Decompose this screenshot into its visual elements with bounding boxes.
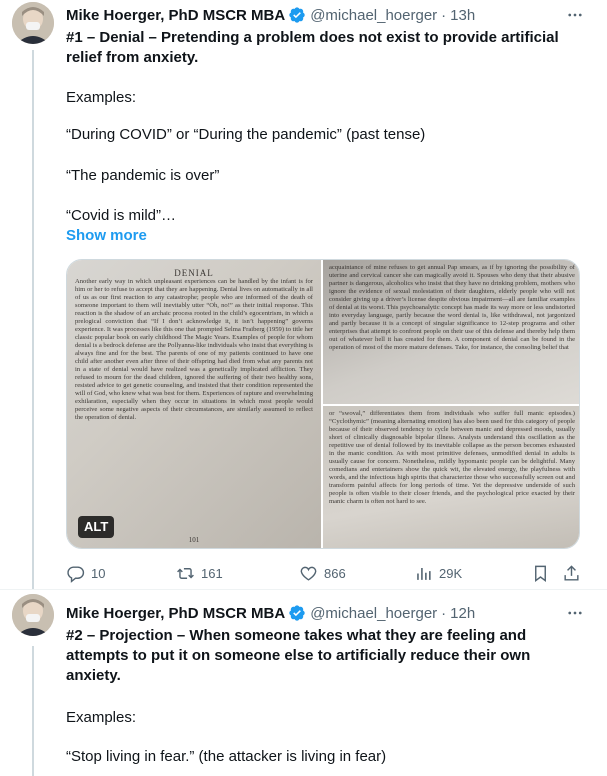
retweet-icon bbox=[177, 567, 194, 579]
views-count: 29K bbox=[439, 565, 463, 581]
thread-connector bbox=[32, 646, 34, 776]
views-chart-icon bbox=[417, 567, 431, 580]
avatar[interactable] bbox=[12, 2, 54, 44]
media-grid[interactable]: DENIAL Another early way in which unplea… bbox=[66, 259, 580, 549]
retweet-count: 161 bbox=[201, 565, 223, 581]
tweet-paragraph: Examples: bbox=[66, 89, 137, 106]
like-button[interactable]: 866 bbox=[299, 562, 346, 584]
action-bar: 10 161 866 29K bbox=[66, 562, 586, 584]
separator-dot: · bbox=[441, 604, 447, 622]
tweet-header: Mike Hoerger, PhD MSCR MBA @michael_hoer… bbox=[66, 3, 475, 27]
author-handle[interactable]: @michael_hoerger bbox=[310, 7, 437, 24]
page-text: acquaintance of mine refuses to get annu… bbox=[329, 264, 575, 351]
timestamp[interactable]: 12h bbox=[450, 605, 475, 622]
retweet-button[interactable]: 161 bbox=[176, 562, 223, 584]
timestamp[interactable]: 13h bbox=[450, 7, 475, 24]
avatar[interactable] bbox=[12, 594, 54, 636]
author-handle[interactable]: @michael_hoerger bbox=[310, 605, 437, 622]
tweet-paragraph: “Covid is mild”… bbox=[66, 207, 177, 224]
reply-count: 10 bbox=[91, 565, 106, 581]
tweet-paragraph: “Stop living in fear.” (the attacker is … bbox=[66, 748, 387, 765]
reply-button[interactable]: 10 bbox=[66, 562, 105, 584]
bookmark-icon bbox=[535, 565, 546, 582]
views-button[interactable]: 29K bbox=[414, 562, 462, 584]
show-more-link[interactable]: Show more bbox=[66, 227, 147, 244]
tweet-paragraph: “During COVID” or “During the pandemic” … bbox=[66, 126, 426, 143]
author-name[interactable]: Mike Hoerger, PhD MSCR MBA bbox=[66, 7, 285, 24]
tweet-title: #2 – Projection – When someone takes wha… bbox=[66, 627, 531, 684]
verified-badge-icon bbox=[289, 605, 305, 621]
bookmark-button[interactable] bbox=[531, 562, 550, 584]
author-name[interactable]: Mike Hoerger, PhD MSCR MBA bbox=[66, 605, 285, 622]
like-count: 866 bbox=[324, 565, 346, 581]
page-text: or “swoval,” differentiates them from in… bbox=[329, 410, 575, 505]
tweet-2[interactable]: Mike Hoerger, PhD MSCR MBA @michael_hoer… bbox=[0, 590, 607, 776]
tweet-header: Mike Hoerger, PhD MSCR MBA @michael_hoer… bbox=[66, 601, 475, 625]
page-heading: DENIAL bbox=[174, 268, 214, 278]
tweet-paragraph: Examples: bbox=[66, 709, 137, 726]
page-text: Another early way in which unpleasant ex… bbox=[75, 278, 313, 421]
separator-dot: · bbox=[441, 6, 447, 24]
media-image-left[interactable]: DENIAL Another early way in which unplea… bbox=[67, 260, 321, 548]
verified-badge-icon bbox=[289, 7, 305, 23]
more-options-icon[interactable] bbox=[565, 603, 585, 623]
share-button[interactable] bbox=[562, 562, 581, 584]
media-image-right-bottom[interactable]: or “swoval,” differentiates them from in… bbox=[323, 406, 579, 548]
alt-text-badge[interactable]: ALT bbox=[78, 516, 115, 538]
share-icon bbox=[564, 564, 579, 581]
media-image-right-top[interactable]: acquaintance of mine refuses to get annu… bbox=[323, 260, 579, 404]
tweet-1[interactable]: Mike Hoerger, PhD MSCR MBA @michael_hoer… bbox=[0, 0, 607, 590]
thread-connector bbox=[32, 50, 34, 590]
more-options-icon[interactable] bbox=[565, 5, 585, 25]
reply-icon bbox=[67, 565, 85, 583]
tweet-title: #1 – Denial – Pretending a problem does … bbox=[66, 29, 559, 66]
tweet-paragraph: “The pandemic is over” bbox=[66, 167, 220, 184]
heart-icon bbox=[300, 566, 317, 581]
